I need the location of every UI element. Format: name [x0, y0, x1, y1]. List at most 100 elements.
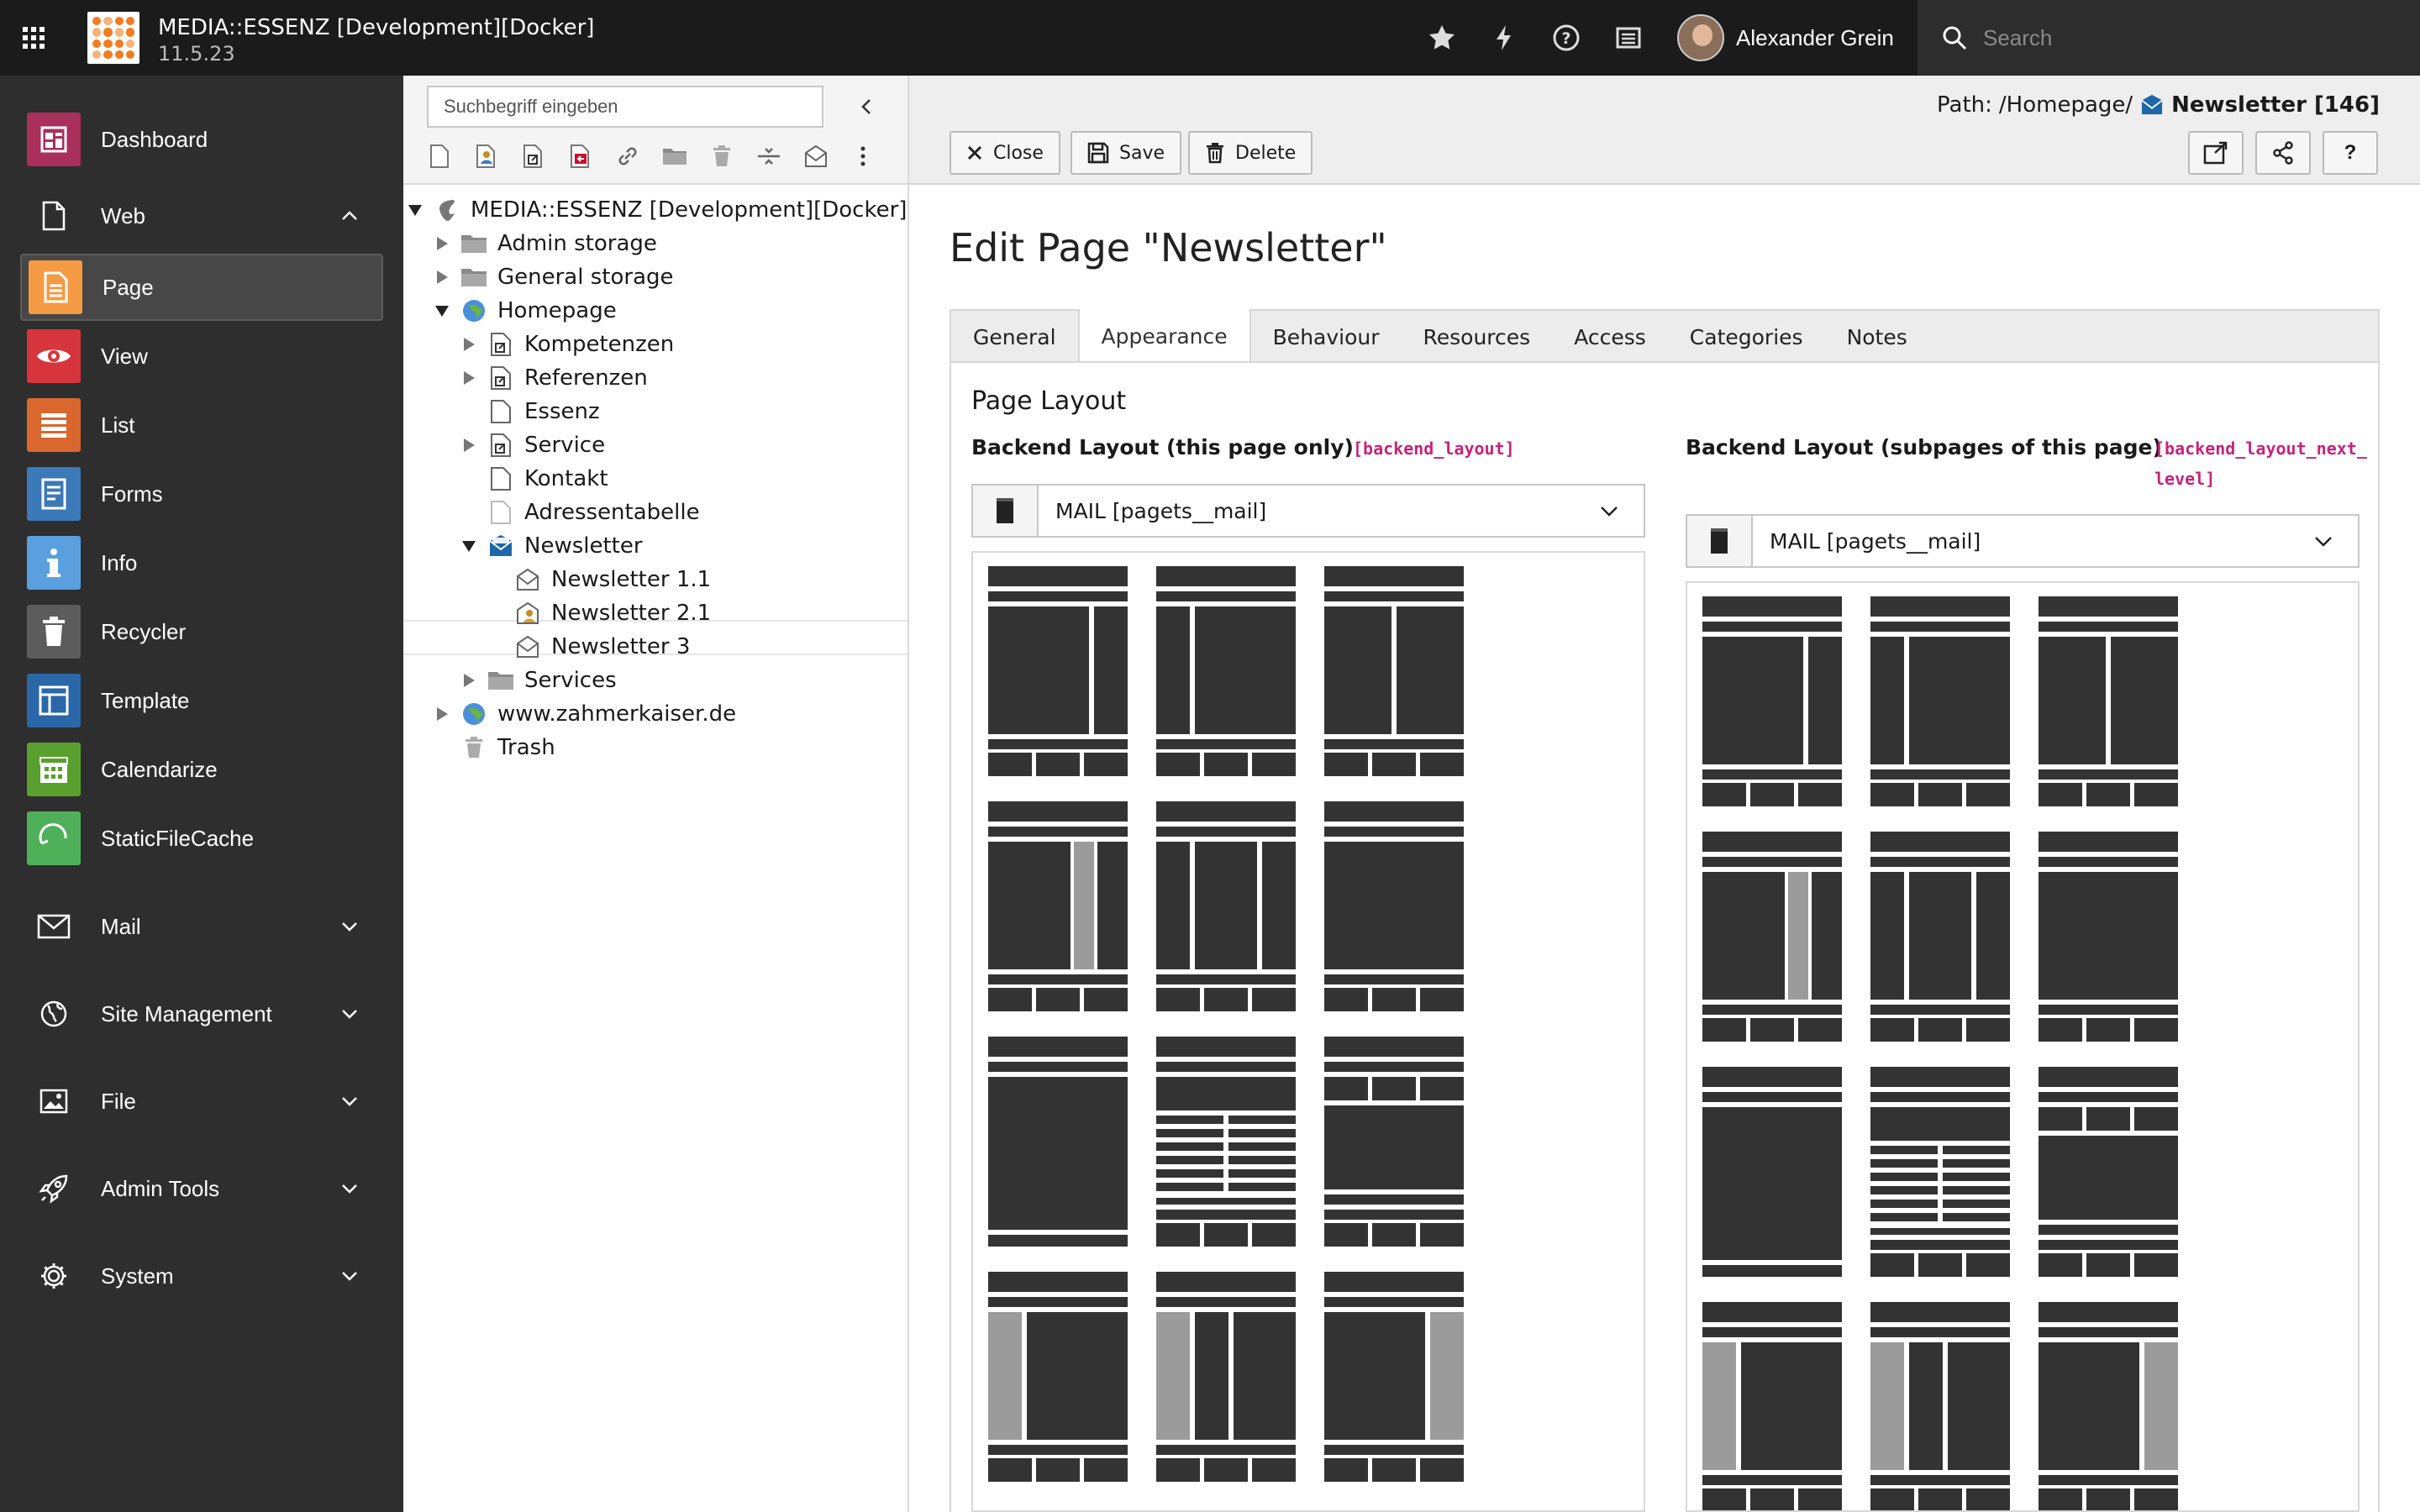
layout-thumbnail[interactable]: [1702, 1067, 1842, 1277]
group-web[interactable]: Web: [20, 186, 383, 245]
tab-general[interactable]: General: [951, 311, 1078, 363]
tree-node-homepage[interactable]: Homepage: [434, 294, 617, 328]
layout-thumbnail[interactable]: [1324, 801, 1464, 1011]
tab-resources[interactable]: Resources: [1402, 311, 1553, 363]
star-icon[interactable]: [1427, 23, 1457, 53]
tree-node-essenz[interactable]: Essenz: [487, 395, 600, 428]
collapsed-arrow-icon[interactable]: [434, 235, 450, 252]
new-folder-icon[interactable]: [662, 143, 687, 170]
module-grid-icon[interactable]: [0, 0, 67, 76]
next-level-layout-select[interactable]: MAIL [pagets__mail]: [1686, 514, 2360, 568]
module-forms[interactable]: Forms: [20, 460, 383, 528]
layout-thumbnail[interactable]: [988, 1037, 1128, 1247]
collapse-tree-icon[interactable]: [854, 94, 879, 119]
site-logo[interactable]: [87, 12, 139, 64]
layout-thumbnail[interactable]: [2039, 1067, 2178, 1277]
new-recycler-icon[interactable]: [709, 143, 734, 170]
collapsed-arrow-icon[interactable]: [460, 336, 477, 353]
expanded-arrow-icon[interactable]: [407, 202, 424, 218]
tree-node-kontakt[interactable]: Kontakt: [487, 462, 608, 496]
layout-thumbnail[interactable]: [1156, 566, 1296, 776]
module-info[interactable]: Info: [20, 529, 383, 596]
tree-node-zahmerkaiser[interactable]: www.zahmerkaiser.de: [434, 697, 736, 731]
collapsed-arrow-icon[interactable]: [460, 370, 477, 386]
tree-node-general-storage[interactable]: General storage: [434, 260, 674, 294]
module-list[interactable]: List: [20, 391, 383, 459]
tree-node-service[interactable]: Service: [460, 428, 605, 462]
group-admin-tools[interactable]: Admin Tools: [20, 1159, 383, 1218]
view-page-button[interactable]: [2188, 131, 2244, 175]
layout-thumbnail[interactable]: [2039, 1302, 2178, 1510]
module-page[interactable]: Page: [20, 254, 383, 321]
collapsed-arrow-icon[interactable]: [460, 672, 477, 689]
layout-thumbnail[interactable]: [1870, 832, 2010, 1042]
tree-node-admin-storage[interactable]: Admin storage: [434, 227, 657, 260]
layout-thumbnail[interactable]: [1156, 801, 1296, 1011]
new-backend-section-icon[interactable]: [474, 143, 499, 170]
layout-thumbnail[interactable]: [1870, 1067, 2010, 1277]
share-button[interactable]: [2255, 131, 2311, 175]
layout-thumbnail[interactable]: [1324, 1037, 1464, 1247]
delete-button[interactable]: Delete: [1188, 131, 1313, 175]
tab-behaviour[interactable]: Behaviour: [1251, 311, 1402, 363]
new-newsletter-icon[interactable]: [803, 143, 829, 170]
layout-thumbnail[interactable]: [1156, 1037, 1296, 1247]
list-icon[interactable]: [1613, 23, 1644, 53]
module-recycler[interactable]: Recycler: [20, 598, 383, 665]
collapsed-arrow-icon[interactable]: [434, 269, 450, 286]
layout-thumbnail[interactable]: [2039, 832, 2178, 1042]
group-site-management[interactable]: Site Management: [20, 984, 383, 1043]
layout-thumbnail[interactable]: [988, 801, 1128, 1011]
tree-search-input[interactable]: [427, 86, 823, 128]
tree-node-adressentabelle[interactable]: Adressentabelle: [487, 496, 700, 529]
module-view[interactable]: View: [20, 323, 383, 390]
layout-thumbnail[interactable]: [1702, 596, 1842, 806]
tab-appearance[interactable]: Appearance: [1077, 309, 1251, 363]
layout-thumbnail[interactable]: [988, 1272, 1128, 1482]
tab-notes[interactable]: Notes: [1825, 311, 1929, 363]
tree-node-referenzen[interactable]: Referenzen: [460, 361, 648, 395]
backend-layout-select[interactable]: MAIL [pagets__mail]: [971, 484, 1645, 538]
tab-access[interactable]: Access: [1552, 311, 1668, 363]
module-dashboard[interactable]: Dashboard: [20, 106, 383, 173]
tree-node-newsletter[interactable]: Newsletter: [460, 529, 643, 563]
layout-thumbnail[interactable]: [988, 566, 1128, 776]
tree-node-services[interactable]: Services: [460, 664, 617, 697]
module-calendarize[interactable]: Calendarize: [20, 736, 383, 803]
help-button[interactable]: ?: [2323, 131, 2378, 175]
layout-thumbnail[interactable]: [2039, 596, 2178, 806]
tree-node-newsletter-1-1[interactable]: Newsletter 1.1: [514, 563, 711, 596]
user-menu[interactable]: Alexander Grein: [1677, 0, 1894, 76]
module-template[interactable]: Template: [20, 667, 383, 734]
new-mountpoint-icon[interactable]: [568, 143, 593, 170]
new-link-icon[interactable]: [615, 143, 640, 170]
new-page-icon[interactable]: [427, 143, 452, 170]
group-mail[interactable]: Mail: [20, 897, 383, 956]
tree-node-trash[interactable]: Trash: [460, 731, 555, 764]
layout-thumbnail[interactable]: [1324, 1272, 1464, 1482]
group-system[interactable]: System: [20, 1247, 383, 1305]
tree-node-newsletter-2-1[interactable]: Newsletter 2.1: [514, 596, 711, 630]
module-staticfilecache[interactable]: StaticFileCache: [20, 805, 383, 872]
group-file[interactable]: File: [20, 1072, 383, 1131]
tree-node-newsletter-3[interactable]: Newsletter 3: [514, 630, 690, 664]
expanded-arrow-icon[interactable]: [460, 538, 477, 554]
bolt-icon[interactable]: [1489, 23, 1519, 53]
layout-thumbnail[interactable]: [1870, 596, 2010, 806]
expanded-arrow-icon[interactable]: [434, 302, 450, 319]
more-options-icon[interactable]: [850, 143, 876, 170]
layout-thumbnail[interactable]: [1870, 1302, 2010, 1510]
save-button[interactable]: Save: [1071, 131, 1182, 175]
search-input[interactable]: [1983, 24, 2403, 51]
layout-thumbnail[interactable]: [1702, 832, 1842, 1042]
layout-thumbnail[interactable]: [1324, 566, 1464, 776]
collapsed-arrow-icon[interactable]: [434, 706, 450, 722]
new-shortcut-icon[interactable]: [521, 143, 546, 170]
collapsed-arrow-icon[interactable]: [460, 437, 477, 454]
tree-node-kompetenzen[interactable]: Kompetenzen: [460, 328, 674, 361]
new-divider-icon[interactable]: [756, 143, 781, 170]
layout-thumbnail[interactable]: [1702, 1302, 1842, 1510]
layout-thumbnail[interactable]: [1156, 1272, 1296, 1482]
help-icon[interactable]: ?: [1551, 23, 1581, 53]
tree-root[interactable]: MEDIA::ESSENZ [Development][Docker]: [407, 193, 907, 227]
